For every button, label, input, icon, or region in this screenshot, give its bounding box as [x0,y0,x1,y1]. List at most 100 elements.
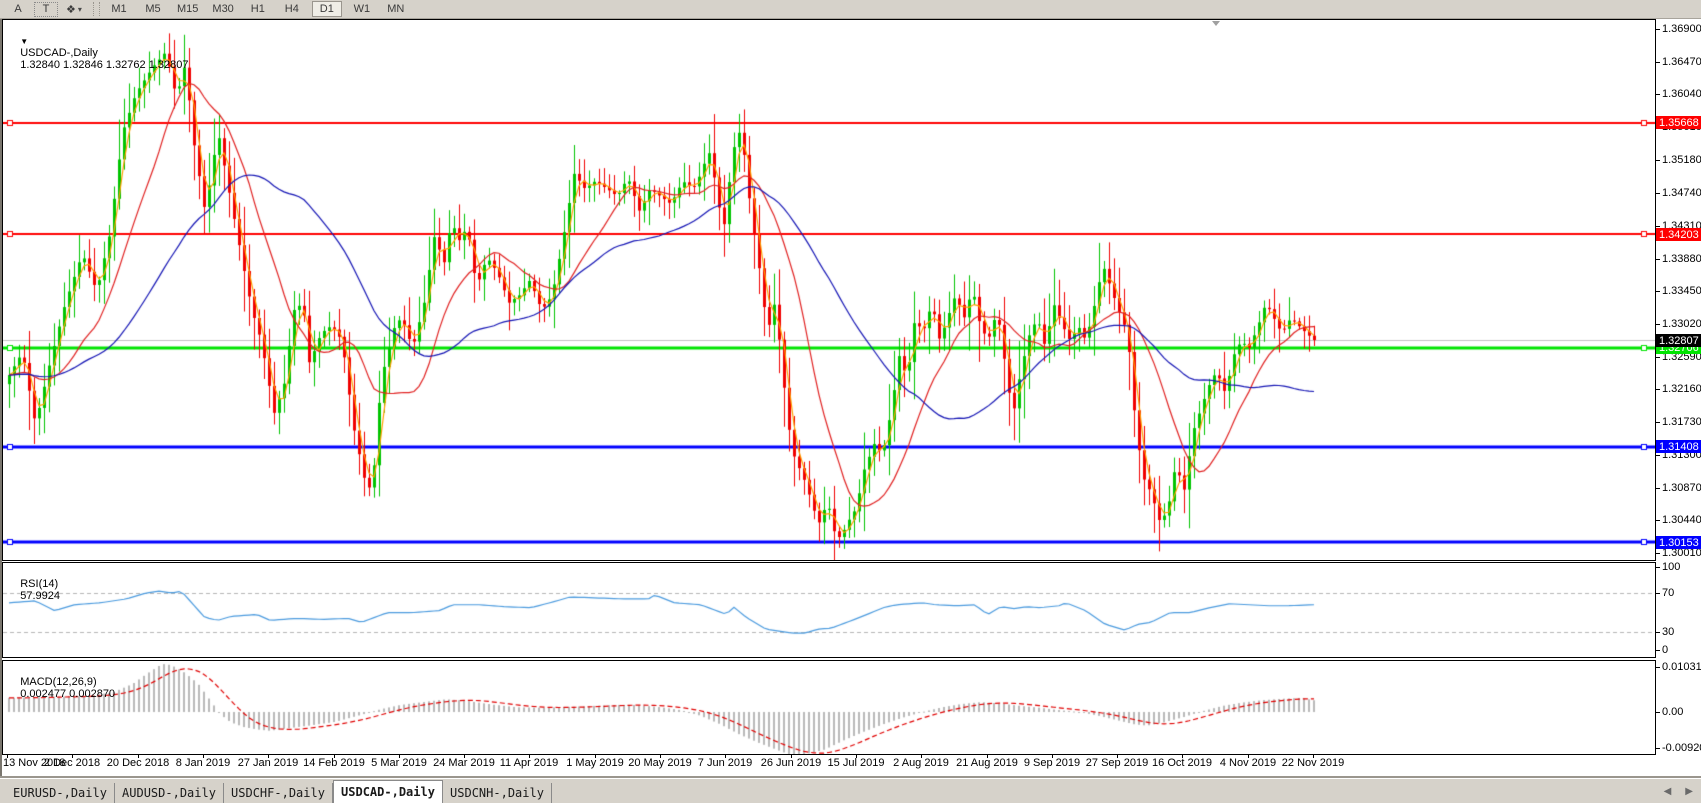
axis-tick-mark [1656,455,1660,456]
current-price-label: 1.32807 [1656,334,1701,347]
label-tool-button[interactable]: A [4,1,32,17]
price-tick-label: 1.36040 [1662,88,1701,100]
date-axis-label: 5 Mar 2019 [371,757,427,769]
axis-tick-mark [1656,488,1660,489]
date-axis-label: 4 Nov 2019 [1220,757,1276,769]
date-axis-label: 15 Jul 2019 [828,757,885,769]
date-axis-label: 20 May 2019 [628,757,692,769]
axis-tick-mark [1656,667,1660,668]
price-tick-label: 1.33450 [1662,285,1701,297]
tab-scroll-right-icon[interactable]: ▶ [1685,786,1693,797]
macd-tick-label: 0.00 [1662,706,1683,718]
date-axis-label: 27 Sep 2019 [1086,757,1148,769]
main-price-chart[interactable] [2,19,1656,561]
rsi-tick-label: 70 [1662,587,1674,599]
symbol-tab-usdcnh[interactable]: USDCNH-,Daily [443,783,552,803]
axis-tick-mark [1656,712,1660,713]
chart-title: ▼ USDCAD-,Daily 1.32840 1.32846 1.32762 … [8,23,188,83]
price-tick-label: 1.32160 [1662,383,1701,395]
price-tick-label: 1.36470 [1662,56,1701,68]
trading-platform-window: A T ❖ ▾ M1 M5 M15 M30 H1 H4 D1 W1 MN ▼ USDCAD-,D… [0,0,1701,803]
collapse-arrow-icon[interactable]: ▼ [20,37,28,46]
price-tick-label: 1.30440 [1662,514,1701,526]
symbol-tab-usdcad[interactable]: USDCAD-,Daily [333,780,443,803]
timeframe-button-m30[interactable]: M30 [208,1,237,17]
axis-tick-mark [1656,259,1660,260]
axis-tick-mark [1656,422,1660,423]
axis-tick-mark [1656,62,1660,63]
symbol-tab-usdchf[interactable]: USDCHF-,Daily [224,783,333,803]
price-tick-label: 1.34740 [1662,187,1701,199]
rsi-value: 57.9924 [20,590,60,602]
chevron-down-icon: ▾ [78,5,82,14]
symbol-tab-audusd[interactable]: AUDUSD-,Daily [115,783,224,803]
toolbar-separator [93,2,100,16]
tab-scroll-left-icon[interactable]: ◀ [1664,786,1672,797]
symbol-tab-bar: EURUSD-,DailyAUDUSD-,DailyUSDCHF-,DailyU… [0,779,1701,803]
date-axis-label: 11 Apr 2019 [500,757,559,769]
timeframe-button-h1[interactable]: H1 [244,1,272,17]
date-axis-label: 24 Mar 2019 [433,757,495,769]
price-tick-label: 1.33020 [1662,318,1701,330]
date-axis-label: 7 Jun 2019 [698,757,752,769]
timeframe-button-w1[interactable]: W1 [348,1,376,17]
hline-price-label: 1.31408 [1656,440,1701,453]
axis-tick-mark [1656,553,1660,554]
date-axis-label: 2 Aug 2019 [893,757,949,769]
price-tick-label: 1.31730 [1662,416,1701,428]
timeframe-button-h4[interactable]: H4 [278,1,306,17]
date-axis-label: 14 Feb 2019 [303,757,365,769]
rsi-tick-label: 0 [1662,644,1668,656]
axis-tick-mark [1656,632,1660,633]
axis-tick-mark [1656,160,1660,161]
rsi-tick-label: 30 [1662,626,1674,638]
chart-ohlc-values: 1.32840 1.32846 1.32762 1.32807 [20,59,188,71]
macd-indicator-pane[interactable] [2,660,1656,755]
date-axis-label: 27 Jan 2019 [238,757,299,769]
timeframe-button-group: M1 M5 M15 M30 H1 H4 D1 W1 MN [105,1,410,17]
price-tick-label: 1.30870 [1662,482,1701,494]
axis-tick-mark [1656,291,1660,292]
axis-tick-mark [1656,94,1660,95]
macd-label: MACD(12,26,9) [20,676,96,688]
axis-tick-mark [1656,389,1660,390]
timeframe-button-d1[interactable]: D1 [312,1,342,17]
macd-tick-label: 0.010311 [1662,661,1701,673]
hline-price-label: 1.35668 [1656,116,1701,129]
axis-tick-mark [1656,29,1660,30]
date-axis-label: 22 Nov 2019 [1282,757,1344,769]
hline-price-label: 1.34203 [1656,228,1701,241]
date-axis-label: 26 Jun 2019 [761,757,822,769]
date-axis-label: 16 Oct 2019 [1152,757,1212,769]
date-axis-label: 9 Sep 2019 [1024,757,1080,769]
date-axis-label: 20 Dec 2018 [107,757,169,769]
hline-price-label: 1.30153 [1656,536,1701,549]
axis-tick-mark [1656,520,1660,521]
timeframe-button-m5[interactable]: M5 [139,1,167,17]
axis-tick-mark [1656,567,1660,568]
timeframe-button-m15[interactable]: M15 [173,1,202,17]
symbol-tab-eurusd[interactable]: EURUSD-,Daily [6,783,115,803]
timeframe-button-m1[interactable]: M1 [105,1,133,17]
rsi-label: RSI(14) [20,578,58,590]
axis-tick-mark [1656,226,1660,227]
chart-shift-marker-icon[interactable] [1212,21,1220,26]
price-tick-label: 1.33880 [1662,253,1701,265]
text-tool-button[interactable]: T [34,2,58,17]
date-axis-label: 2 Dec 2018 [44,757,100,769]
toolbar: A T ❖ ▾ M1 M5 M15 M30 H1 H4 D1 W1 MN [0,0,1701,19]
date-axis-label: 21 Aug 2019 [956,757,1018,769]
axis-tick-mark [1656,357,1660,358]
draw-tools-icon: ❖ [66,3,76,16]
axis-tick-mark [1656,324,1660,325]
rsi-tick-label: 100 [1662,561,1680,573]
chart-symbol-label: USDCAD-,Daily [20,47,98,59]
macd-pane-title: MACD(12,26,9) 0.002477 0.002870 [8,664,115,712]
tab-scroll-buttons: ◀ ▶ [1664,786,1693,797]
axis-tick-mark [1656,193,1660,194]
axis-tick-mark [1656,650,1660,651]
date-axis-label: 1 May 2019 [566,757,623,769]
timeframe-button-mn[interactable]: MN [382,1,410,17]
rsi-indicator-pane[interactable] [2,562,1656,658]
draw-tools-button[interactable]: ❖ ▾ [60,1,88,17]
